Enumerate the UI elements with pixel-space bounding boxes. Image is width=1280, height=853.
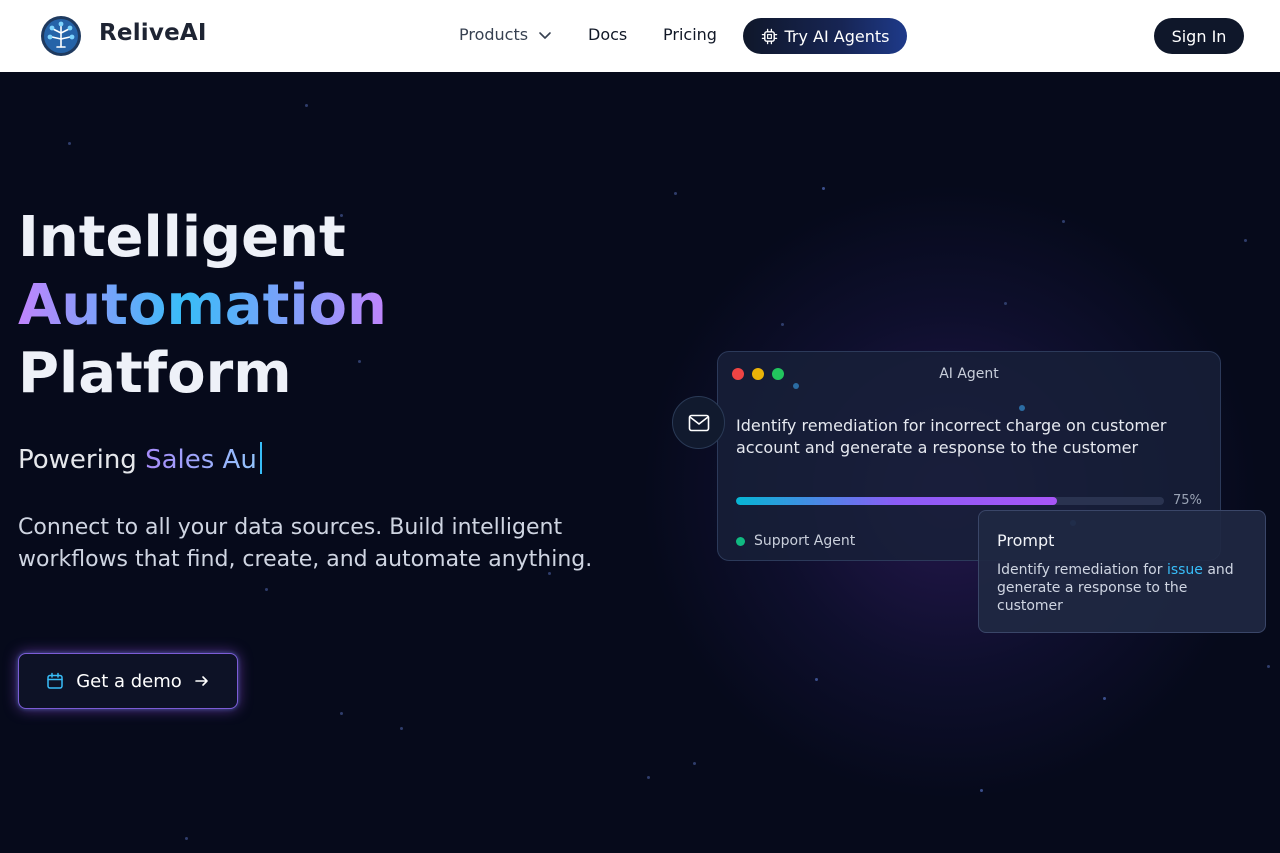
- star-decoration: [674, 192, 677, 195]
- mail-node: [672, 396, 725, 449]
- mail-icon: [688, 414, 709, 431]
- star-decoration: [647, 776, 650, 779]
- get-demo-label: Get a demo: [76, 670, 182, 692]
- nav-docs-link[interactable]: Docs: [588, 25, 627, 44]
- get-demo-button[interactable]: Get a demo: [18, 653, 238, 709]
- star-decoration: [400, 727, 403, 730]
- arrow-right-icon: [194, 676, 208, 686]
- try-ai-agents-button[interactable]: Try AI Agents: [743, 18, 907, 54]
- star-decoration: [265, 588, 268, 591]
- brain-logo-icon[interactable]: [40, 15, 82, 57]
- prompt-card-text: Identify remediation for issue and gener…: [997, 561, 1247, 615]
- star-decoration: [1062, 220, 1065, 223]
- powering-prefix: Powering: [18, 445, 137, 475]
- star-decoration: [1267, 665, 1270, 668]
- star-decoration: [1004, 302, 1007, 305]
- hero-description: Connect to all your data sources. Build …: [18, 515, 593, 572]
- star-decoration: [358, 360, 361, 363]
- star-decoration: [693, 762, 696, 765]
- hero-section: Intelligent Automation Platform Powering…: [0, 72, 1280, 853]
- agent-card-title: AI Agent: [939, 366, 999, 382]
- headline-line-1: Intelligent: [18, 205, 346, 270]
- nav-pricing-link[interactable]: Pricing: [663, 25, 717, 44]
- top-navbar: ReliveAI Products Docs Pricing Try AI Ag…: [0, 0, 1280, 72]
- agent-name-label: Support Agent: [754, 533, 856, 549]
- agent-progress-percent: 75%: [1173, 493, 1202, 508]
- nav-products-dropdown[interactable]: Products: [459, 25, 552, 44]
- prompt-card: Prompt Identify remediation for issue an…: [978, 510, 1266, 633]
- prompt-highlight: issue: [1166, 562, 1203, 578]
- agent-status: Support Agent: [736, 533, 855, 549]
- star-decoration: [980, 789, 983, 792]
- chip-icon: [761, 28, 777, 44]
- agent-progress-fill: [736, 497, 1057, 505]
- headline-line-3: Platform: [18, 341, 292, 406]
- star-decoration: [1103, 697, 1106, 700]
- typing-cursor: [259, 442, 262, 474]
- prompt-text-start: Identify remediation for: [997, 562, 1167, 578]
- star-decoration: [822, 187, 825, 190]
- powering-tagline: Powering Sales Au: [18, 442, 262, 475]
- star-decoration: [781, 323, 784, 326]
- star-decoration: [340, 712, 343, 715]
- star-decoration: [815, 678, 818, 681]
- star-decoration: [185, 837, 188, 840]
- agent-task-text: Identify remediation for incorrect charg…: [736, 416, 1167, 457]
- calendar-icon: [47, 672, 63, 689]
- status-dot: [736, 536, 745, 546]
- particle-decoration: [793, 383, 799, 389]
- particle-decoration: [1019, 405, 1025, 411]
- star-decoration: [68, 142, 71, 145]
- headline-line-2: Automation: [18, 273, 387, 338]
- sign-in-button[interactable]: Sign In: [1154, 18, 1244, 54]
- agent-progress-bar: [736, 497, 1164, 505]
- chevron-down-icon: [539, 31, 551, 39]
- try-ai-agents-label: Try AI Agents: [784, 26, 890, 46]
- star-decoration: [1244, 239, 1247, 242]
- brand-name[interactable]: ReliveAI: [99, 20, 207, 46]
- nav-products-label: Products: [459, 25, 529, 44]
- star-decoration: [305, 104, 308, 107]
- prompt-card-title: Prompt: [997, 531, 1055, 550]
- powering-typed-text: Sales Au: [145, 445, 257, 475]
